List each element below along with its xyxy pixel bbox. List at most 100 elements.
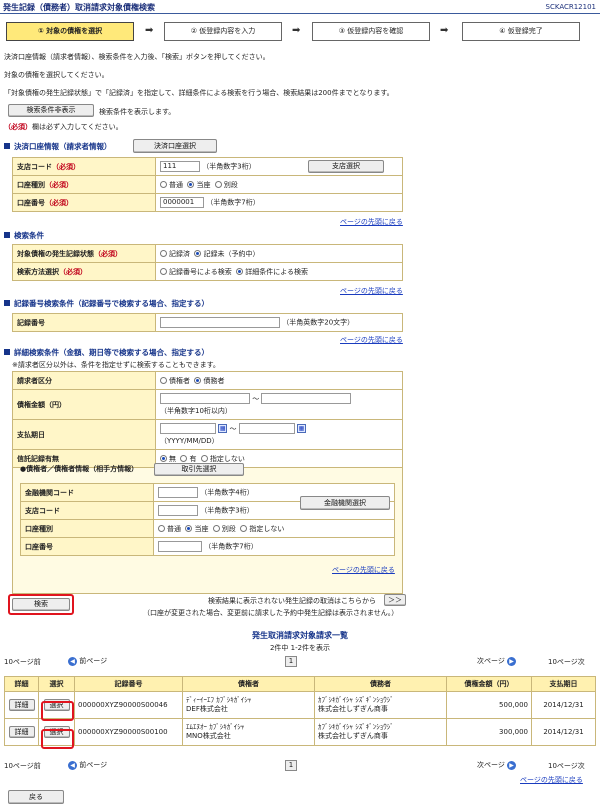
step-2: ② 仮登録内容を入力 bbox=[164, 22, 282, 41]
step-indicator: ① 対象の債権を選択 ➡ ② 仮登録内容を入力 ➡ ③ 仮登録内容を確認 ➡ ④… bbox=[6, 22, 594, 43]
prev-arrow-icon: ◀ bbox=[68, 760, 77, 770]
prev-page-link[interactable]: ◀ 前ページ bbox=[68, 760, 107, 770]
branch-code-hint: （半角数字3桁） bbox=[202, 162, 256, 171]
amount-label: 債権金額（円） bbox=[12, 389, 156, 420]
required-mark: （必須） bbox=[4, 123, 32, 131]
claimant-label: 請求者区分 bbox=[12, 371, 156, 390]
trust-unspecified-radio[interactable] bbox=[200, 454, 208, 462]
record-number-label: 記録番号 bbox=[12, 313, 156, 332]
select-bank-button[interactable]: 金融機関選択 bbox=[300, 496, 390, 510]
page-top-link[interactable]: ページの先頭に戻る bbox=[332, 565, 395, 575]
cp-branch-label: 支店コード bbox=[20, 501, 154, 520]
page-top-link[interactable]: ページの先頭に戻る bbox=[520, 775, 583, 785]
bank-code-label: 金融機関コード bbox=[20, 483, 154, 502]
cp-type-current-radio[interactable] bbox=[185, 524, 193, 532]
cp-number-input[interactable] bbox=[158, 541, 202, 552]
branch-code-input[interactable]: 111 bbox=[160, 161, 200, 172]
cp-branch-input[interactable] bbox=[158, 505, 198, 516]
title-bar: 発生記録（債務者）取消請求対象債権検索 SCKACR12101 bbox=[0, 0, 600, 14]
account-form: 支店コード（必須） 111 （半角数字3桁） 支店選択 口座種別（必須） 普通 … bbox=[12, 157, 403, 212]
next-page-link[interactable]: 次ページ ▶ bbox=[477, 760, 517, 770]
creditor-cell: ｴﾑｴﾇｵｰ ｶﾌﾞｼｷｶﾞｲｼｬ MNO株式会社 bbox=[182, 718, 315, 746]
select-account-button[interactable]: 決済口座選択 bbox=[133, 139, 217, 153]
step-3: ③ 仮登録内容を確認 bbox=[312, 22, 430, 41]
cp-type-ordinary-radio[interactable] bbox=[158, 524, 165, 532]
amount-to-input[interactable] bbox=[261, 393, 352, 404]
section-bullet-icon bbox=[4, 349, 10, 355]
instruction-line-1: 決済口座情報（請求者情報）、検索条件を入力後、「検索」ボタンを押してください。 bbox=[4, 53, 270, 61]
claimant-debtor-radio[interactable] bbox=[194, 376, 202, 384]
bank-code-hint: （半角数字4桁） bbox=[200, 488, 254, 497]
account-type-current-radio[interactable] bbox=[187, 180, 195, 188]
page-number-current[interactable]: 1 bbox=[285, 656, 297, 667]
due-date-to-input[interactable] bbox=[238, 423, 295, 434]
method-record-number-radio[interactable] bbox=[160, 267, 167, 275]
select-button-highlight bbox=[41, 729, 74, 749]
record-number-input[interactable] bbox=[160, 317, 280, 328]
next-arrow-icon: ▶ bbox=[507, 656, 517, 666]
debtor-cell: ｶﾌﾞｼｷｶﾞｲｼｬ ｼｽﾞｷﾞﾝｼｮｳｼﾞ 株式会社しずぎん商事 bbox=[314, 718, 447, 746]
calendar-icon[interactable]: ▦ bbox=[296, 424, 306, 433]
account-type-special-radio[interactable] bbox=[214, 180, 222, 188]
record-number-cell: 000000XYZ90000S00046 bbox=[74, 691, 183, 719]
account-type-ordinary-radio[interactable] bbox=[160, 180, 167, 188]
amount-from-input[interactable] bbox=[160, 393, 250, 404]
toggle-conditions-button[interactable]: 検索条件非表示 bbox=[8, 104, 94, 117]
cp-type-label: 口座種別 bbox=[20, 519, 154, 538]
results-count: 2件中 1-2件を表示 bbox=[269, 644, 331, 652]
search-button[interactable]: 検索 bbox=[12, 598, 70, 611]
cp-type-unspecified-radio[interactable] bbox=[240, 524, 248, 532]
branch-select-button[interactable]: 支店選択 bbox=[308, 160, 384, 173]
col-record-number: 記録番号 bbox=[74, 676, 183, 692]
counterparty-form: 金融機関コード （半角数字4桁） 支店コード （半角数字3桁） 口座種別 普通 … bbox=[20, 483, 395, 556]
cancel-link-button[interactable]: ＞＞ bbox=[384, 594, 406, 606]
page-title: 発生記録（債務者）取消請求対象債権検索 bbox=[3, 3, 155, 12]
creditor-cell: ﾃﾞｨｰｲｰｴﾌ ｶﾌﾞｼｷｶﾞｲｼｬ DEF株式会社 bbox=[182, 691, 315, 719]
account-number-hint: （半角数字7桁） bbox=[206, 198, 260, 207]
table-row: 詳細 選択 000000XYZ90000S00100 ｴﾑｴﾇｵｰ ｶﾌﾞｼｷｶ… bbox=[4, 718, 596, 746]
col-debtor: 債務者 bbox=[314, 676, 447, 692]
calendar-icon[interactable]: ▦ bbox=[218, 424, 228, 433]
record-number-cell: 000000XYZ90000S00100 bbox=[74, 718, 183, 746]
bank-code-input[interactable] bbox=[158, 487, 198, 498]
prev-10-pages-link[interactable]: 10ページ前 bbox=[4, 761, 41, 771]
next-10-pages-link[interactable]: 10ページ次 bbox=[548, 761, 585, 771]
account-type-label: 口座種別（必須） bbox=[12, 175, 156, 194]
prev-10-pages-link[interactable]: 10ページ前 bbox=[4, 657, 41, 667]
account-number-label: 口座番号（必須） bbox=[12, 193, 156, 212]
col-creditor: 債権者 bbox=[182, 676, 315, 692]
claimant-creditor-radio[interactable] bbox=[160, 376, 167, 384]
cancel-note-line-2: （口座が変更された場合、変更前に請求した予約中発生記録は表示されません。） bbox=[143, 609, 399, 617]
next-page-link[interactable]: 次ページ ▶ bbox=[477, 656, 517, 666]
page-number-current[interactable]: 1 bbox=[285, 760, 297, 771]
counterparty-heading: ●債権者／債権者情報（相手方情報） bbox=[20, 465, 139, 473]
back-button[interactable]: 戻る bbox=[8, 790, 64, 804]
select-counterparty-button[interactable]: 取引先選択 bbox=[154, 463, 244, 476]
detail-button[interactable]: 詳細 bbox=[8, 699, 35, 711]
prev-page-link[interactable]: ◀ 前ページ bbox=[68, 656, 107, 666]
trust-yes-radio[interactable] bbox=[180, 454, 188, 462]
method-detail-radio[interactable] bbox=[236, 267, 244, 275]
status-recorded-radio[interactable] bbox=[160, 249, 167, 257]
trust-none-radio[interactable] bbox=[160, 454, 167, 462]
cp-type-special-radio[interactable] bbox=[212, 524, 220, 532]
status-unrecorded-radio[interactable] bbox=[194, 249, 202, 257]
due-date-from-input[interactable] bbox=[160, 423, 216, 434]
page-top-link[interactable]: ページの先頭に戻る bbox=[340, 335, 403, 345]
page-top-link[interactable]: ページの先頭に戻る bbox=[340, 217, 403, 227]
method-label: 検索方法選択（必須） bbox=[12, 262, 156, 281]
next-10-pages-link[interactable]: 10ページ次 bbox=[548, 657, 585, 667]
branch-code-label: 支店コード（必須） bbox=[12, 157, 156, 176]
cp-branch-hint: （半角数字3桁） bbox=[200, 506, 254, 515]
prev-arrow-icon: ◀ bbox=[68, 656, 77, 666]
page-top-link[interactable]: ページの先頭に戻る bbox=[340, 286, 403, 296]
debtor-cell: ｶﾌﾞｼｷｶﾞｲｼｬ ｼｽﾞｷﾞﾝｼｮｳｼﾞ 株式会社しずぎん商事 bbox=[314, 691, 447, 719]
col-amount: 債権金額（円） bbox=[446, 676, 532, 692]
due-date-label: 支払期日 bbox=[12, 419, 156, 450]
col-detail: 詳細 bbox=[4, 676, 39, 692]
detail-button[interactable]: 詳細 bbox=[8, 726, 35, 738]
search-conditions-form: 対象債権の発生記録状態（必須） 記録済 記録未（予約中） 検索方法選択（必須） … bbox=[12, 244, 403, 281]
amount-cell: 500,000 bbox=[446, 691, 532, 719]
record-number-hint: （半角英数字20文字） bbox=[282, 318, 355, 327]
account-number-input[interactable]: 0000001 bbox=[160, 197, 204, 208]
